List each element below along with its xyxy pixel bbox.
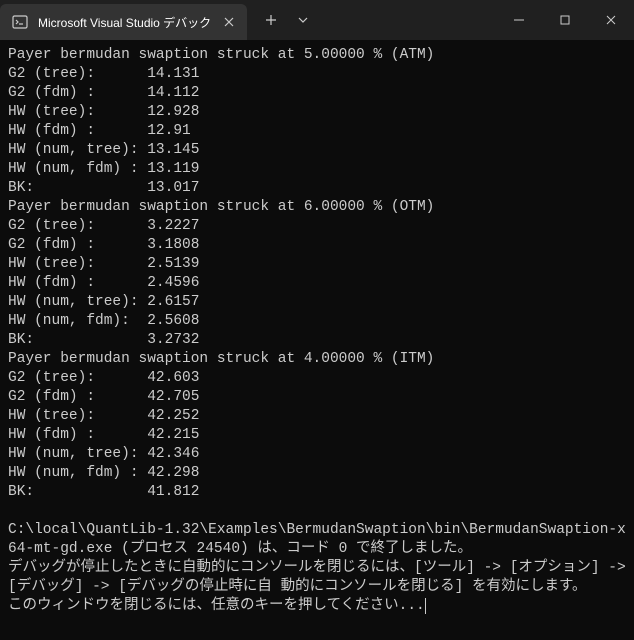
output-line: HW (num, tree): 13.145	[8, 142, 199, 158]
output-line: Payer bermudan swaption struck at 6.0000…	[8, 199, 434, 215]
cursor	[425, 598, 426, 614]
output-line: Payer bermudan swaption struck at 4.0000…	[8, 351, 434, 367]
output-line: G2 (fdm) : 3.1808	[8, 237, 199, 253]
tab-active[interactable]: Microsoft Visual Studio デバック	[0, 4, 247, 40]
output-line: BK: 3.2732	[8, 332, 199, 348]
output-line: HW (tree): 12.928	[8, 104, 199, 120]
output-line: HW (tree): 42.252	[8, 408, 199, 424]
output-line: HW (num, fdm) : 13.119	[8, 161, 199, 177]
output-line: G2 (fdm) : 42.705	[8, 389, 199, 405]
output-line: BK: 41.812	[8, 484, 199, 500]
output-line: HW (fdm) : 12.91	[8, 123, 191, 139]
output-line: G2 (tree): 42.603	[8, 370, 199, 386]
output-line: このウィンドウを閉じるには、任意のキーを押してください...	[8, 598, 425, 614]
terminal-icon	[12, 14, 28, 30]
titlebar: Microsoft Visual Studio デバック	[0, 0, 634, 40]
tab-dropdown-button[interactable]	[287, 4, 319, 36]
output-line: HW (num, fdm): 2.5608	[8, 313, 199, 329]
window-controls	[496, 0, 634, 40]
output-line: HW (tree): 2.5139	[8, 256, 199, 272]
minimize-button[interactable]	[496, 0, 542, 40]
output-line: G2 (fdm) : 14.112	[8, 85, 199, 101]
output-line: C:\local\QuantLib-1.32\Examples\Bermudan…	[8, 522, 626, 557]
terminal-output[interactable]: Payer bermudan swaption struck at 5.0000…	[0, 40, 634, 622]
output-line: G2 (tree): 3.2227	[8, 218, 199, 234]
output-line: デバッグが停止したときに自動的にコンソールを閉じるには、[ツール] -> [オプ…	[8, 560, 634, 595]
titlebar-actions	[255, 0, 496, 40]
output-line: HW (num, tree): 42.346	[8, 446, 199, 462]
output-line: HW (num, tree): 2.6157	[8, 294, 199, 310]
output-line: G2 (tree): 14.131	[8, 66, 199, 82]
output-line: Payer bermudan swaption struck at 5.0000…	[8, 47, 434, 63]
close-button[interactable]	[588, 0, 634, 40]
new-tab-button[interactable]	[255, 4, 287, 36]
output-line: HW (num, fdm) : 42.298	[8, 465, 199, 481]
maximize-button[interactable]	[542, 0, 588, 40]
output-line: HW (fdm) : 2.4596	[8, 275, 199, 291]
tab-close-button[interactable]	[221, 14, 237, 30]
output-line: HW (fdm) : 42.215	[8, 427, 199, 443]
output-line: BK: 13.017	[8, 180, 199, 196]
tab-title: Microsoft Visual Studio デバック	[38, 14, 211, 31]
